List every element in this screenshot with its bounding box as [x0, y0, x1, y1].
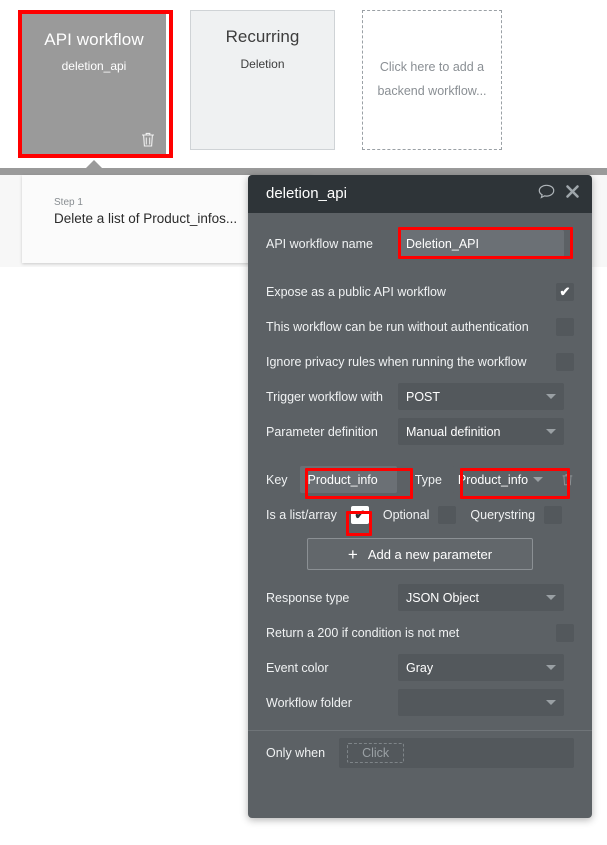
row-parameter-key-type: Key Product_info Type Product_info — [248, 462, 592, 497]
key-input[interactable]: Product_info — [299, 466, 397, 493]
check-icon: ✔ — [559, 284, 571, 299]
is-list-label: Is a list/array — [266, 507, 337, 522]
key-label: Key — [266, 472, 288, 487]
row-return-200: Return a 200 if condition is not met — [248, 615, 592, 650]
row-add-parameter: + Add a new parameter — [248, 532, 592, 580]
row-parameter-flags: Is a list/array ✔ Optional Querystring — [248, 497, 592, 532]
response-type-label: Response type — [266, 590, 350, 605]
speech-bubble-icon[interactable] — [538, 184, 555, 199]
panel-header-icons — [538, 184, 580, 199]
row-no-auth: This workflow can be run without authent… — [248, 309, 592, 344]
add-parameter-label: Add a new parameter — [367, 546, 493, 562]
workflow-card-body: API workflow deletion_api — [22, 14, 169, 154]
expose-public-label: Expose as a public API workflow — [266, 284, 446, 299]
event-color-label: Event color — [266, 660, 329, 675]
querystring-checkbox[interactable] — [544, 505, 563, 524]
trigger-workflow-value: POST — [406, 389, 441, 404]
backend-workflow-strip: API workflow deletion_api Recurring Dele… — [0, 0, 607, 168]
check-icon: ✔ — [354, 507, 366, 522]
panel-body: API workflow name Deletion_API Expose as… — [248, 213, 592, 775]
chevron-down-icon — [533, 477, 544, 482]
workflow-card-subtitle: deletion_api — [61, 59, 127, 73]
panel-title: deletion_api — [266, 185, 347, 202]
row-parameter-definition: Parameter definition Manual definition — [248, 414, 592, 449]
no-auth-label: This workflow can be run without authent… — [266, 319, 529, 334]
parameter-definition-value: Manual definition — [406, 424, 501, 439]
plus-icon: + — [347, 544, 358, 564]
app-root: API workflow deletion_api Recurring Dele… — [0, 0, 607, 845]
workflow-card-subtitle: Deletion — [240, 57, 285, 71]
api-workflow-name-label: API workflow name — [266, 236, 373, 251]
trigger-workflow-label: Trigger workflow with — [266, 389, 383, 404]
row-expose-public: Expose as a public API workflow ✔ — [248, 274, 592, 309]
ignore-privacy-checkbox[interactable] — [556, 352, 574, 371]
optional-label: Optional — [382, 507, 430, 522]
close-icon[interactable] — [565, 184, 580, 199]
expose-public-checkbox[interactable]: ✔ — [556, 282, 574, 301]
parameter-definition-label: Parameter definition — [266, 424, 378, 439]
chevron-down-icon — [546, 429, 556, 434]
panel-header: deletion_api — [248, 175, 592, 213]
ignore-privacy-label: Ignore privacy rules when running the wo… — [266, 354, 527, 369]
add-backend-workflow-label: Click here to add a backend workflow... — [377, 60, 487, 98]
optional-checkbox[interactable] — [438, 505, 457, 524]
workflow-card-title: Recurring — [225, 27, 300, 46]
canvas-pointer-triangle — [85, 160, 103, 169]
chevron-down-icon — [546, 665, 556, 670]
event-color-dropdown[interactable]: Gray — [398, 654, 564, 681]
type-dropdown[interactable]: Product_info — [451, 466, 550, 493]
row-workflow-folder: Workflow folder — [248, 685, 592, 720]
row-event-color: Event color Gray — [248, 650, 592, 685]
type-label: Type — [414, 472, 442, 487]
response-type-dropdown[interactable]: JSON Object — [398, 584, 564, 611]
chevron-down-icon — [546, 394, 556, 399]
workflow-card-title: API workflow — [44, 30, 144, 49]
canvas-top-band — [0, 168, 607, 175]
type-value: Product_info — [457, 472, 529, 487]
trigger-workflow-dropdown[interactable]: POST — [398, 383, 564, 410]
response-type-value: JSON Object — [406, 590, 479, 605]
event-color-value: Gray — [406, 660, 434, 675]
trash-icon[interactable] — [561, 472, 574, 487]
api-workflow-name-input[interactable]: Deletion_API — [398, 230, 564, 257]
only-when-field[interactable]: Click — [339, 738, 574, 768]
only-when-placeholder: Click — [347, 743, 405, 763]
step-title: Delete a list of Product_infos... — [54, 211, 238, 226]
add-parameter-button[interactable]: + Add a new parameter — [307, 538, 533, 570]
chevron-down-icon — [546, 700, 556, 705]
is-list-checkbox[interactable]: ✔ — [350, 505, 369, 524]
return-200-label: Return a 200 if condition is not met — [266, 625, 460, 640]
parameter-definition-dropdown[interactable]: Manual definition — [398, 418, 564, 445]
row-only-when: Only when Click — [248, 731, 592, 775]
only-when-label: Only when — [266, 746, 326, 760]
workflow-folder-dropdown[interactable] — [398, 689, 564, 716]
add-backend-workflow-card[interactable]: Click here to add a backend workflow... — [362, 10, 502, 150]
querystring-label: Querystring — [470, 507, 536, 522]
row-api-workflow-name: API workflow name Deletion_API — [248, 226, 592, 261]
workflow-folder-label: Workflow folder — [266, 695, 352, 710]
step-number-label: Step 1 — [54, 197, 83, 208]
workflow-card-api-workflow[interactable]: API workflow deletion_api — [18, 10, 173, 158]
workflow-card-recurring[interactable]: Recurring Deletion — [190, 10, 335, 150]
return-200-checkbox[interactable] — [556, 623, 574, 642]
trash-icon[interactable] — [140, 131, 156, 148]
row-ignore-privacy: Ignore privacy rules when running the wo… — [248, 344, 592, 379]
row-response-type: Response type JSON Object — [248, 580, 592, 615]
no-auth-checkbox[interactable] — [556, 317, 574, 336]
property-editor-panel: deletion_api API workflow name Deletion_… — [248, 175, 592, 818]
chevron-down-icon — [546, 595, 556, 600]
row-trigger-workflow: Trigger workflow with POST — [248, 379, 592, 414]
